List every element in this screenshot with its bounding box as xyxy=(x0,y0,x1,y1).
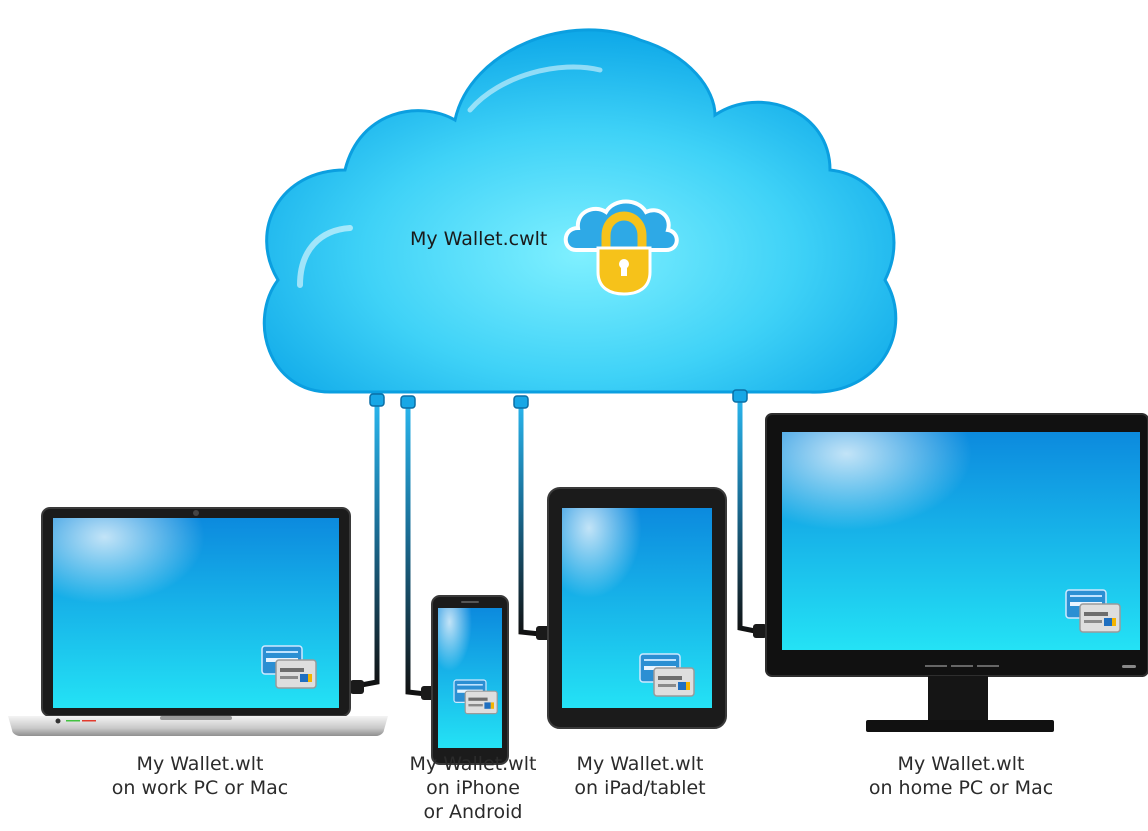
smartphone-icon xyxy=(431,595,509,765)
phone-label: My Wallet.wlt on iPhone or Android xyxy=(398,752,548,824)
tablet-label-line-2: on iPad/tablet xyxy=(574,777,706,799)
phone-label-line-2: on iPhone xyxy=(426,777,520,799)
phone-label-line-1: My Wallet.wlt xyxy=(409,753,537,775)
laptop-label-line-2: on work PC or Mac xyxy=(111,777,289,799)
cloud xyxy=(262,28,898,394)
desktop-monitor-icon xyxy=(765,413,1148,732)
sync-diagram xyxy=(8,28,1148,765)
laptop-icon xyxy=(8,507,388,736)
tablet-label: My Wallet.wlt on iPad/tablet xyxy=(560,752,720,800)
laptop-label: My Wallet.wlt on work PC or Mac xyxy=(90,752,310,800)
monitor-label-line-2: on home PC or Mac xyxy=(868,777,1054,799)
cloud-shape xyxy=(262,28,898,394)
tablet-label-line-1: My Wallet.wlt xyxy=(576,753,704,775)
monitor-label: My Wallet.wlt on home PC or Mac xyxy=(846,752,1076,800)
monitor-label-line-1: My Wallet.wlt xyxy=(897,753,1025,775)
cloud-file-name: My Wallet.cwlt xyxy=(410,228,548,250)
phone-label-line-3: or Android xyxy=(423,801,523,823)
laptop-label-line-1: My Wallet.wlt xyxy=(136,753,264,775)
tablet-icon xyxy=(547,487,727,729)
